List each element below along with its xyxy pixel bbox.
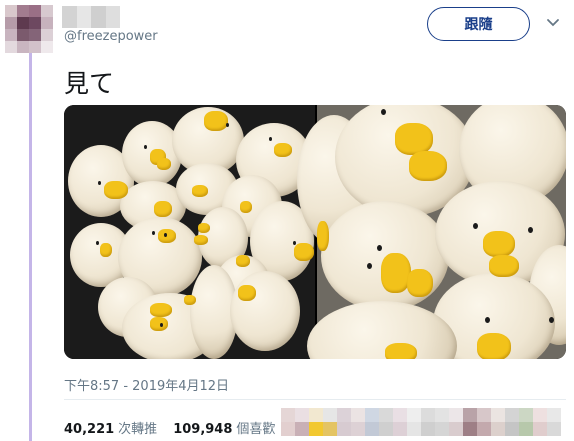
tweet-stats: 40,221 次轉推 109,948 個喜歡 — [64, 418, 287, 437]
avatar[interactable] — [5, 5, 53, 53]
liker-avatars-redacted[interactable] — [281, 406, 566, 441]
retweet-count[interactable]: 40,221 — [64, 422, 114, 437]
tweet-timestamp[interactable]: 下午8:57 - 2019年4月12日 — [64, 375, 229, 394]
photo-right[interactable] — [297, 105, 566, 359]
thread-line — [29, 52, 32, 441]
follow-button[interactable]: 跟隨 — [427, 7, 530, 41]
like-count[interactable]: 109,948 — [173, 422, 232, 437]
user-handle[interactable]: @freezepower — [64, 29, 158, 44]
divider — [64, 399, 566, 400]
tweet-media[interactable] — [64, 105, 566, 359]
display-name-redacted[interactable] — [62, 6, 120, 28]
tweet-text: 見て — [64, 69, 115, 98]
like-label[interactable]: 個喜歡 — [236, 418, 275, 437]
retweet-label[interactable]: 次轉推 — [118, 418, 157, 437]
photo-left[interactable] — [64, 105, 315, 359]
chevron-down-icon[interactable] — [545, 15, 561, 31]
